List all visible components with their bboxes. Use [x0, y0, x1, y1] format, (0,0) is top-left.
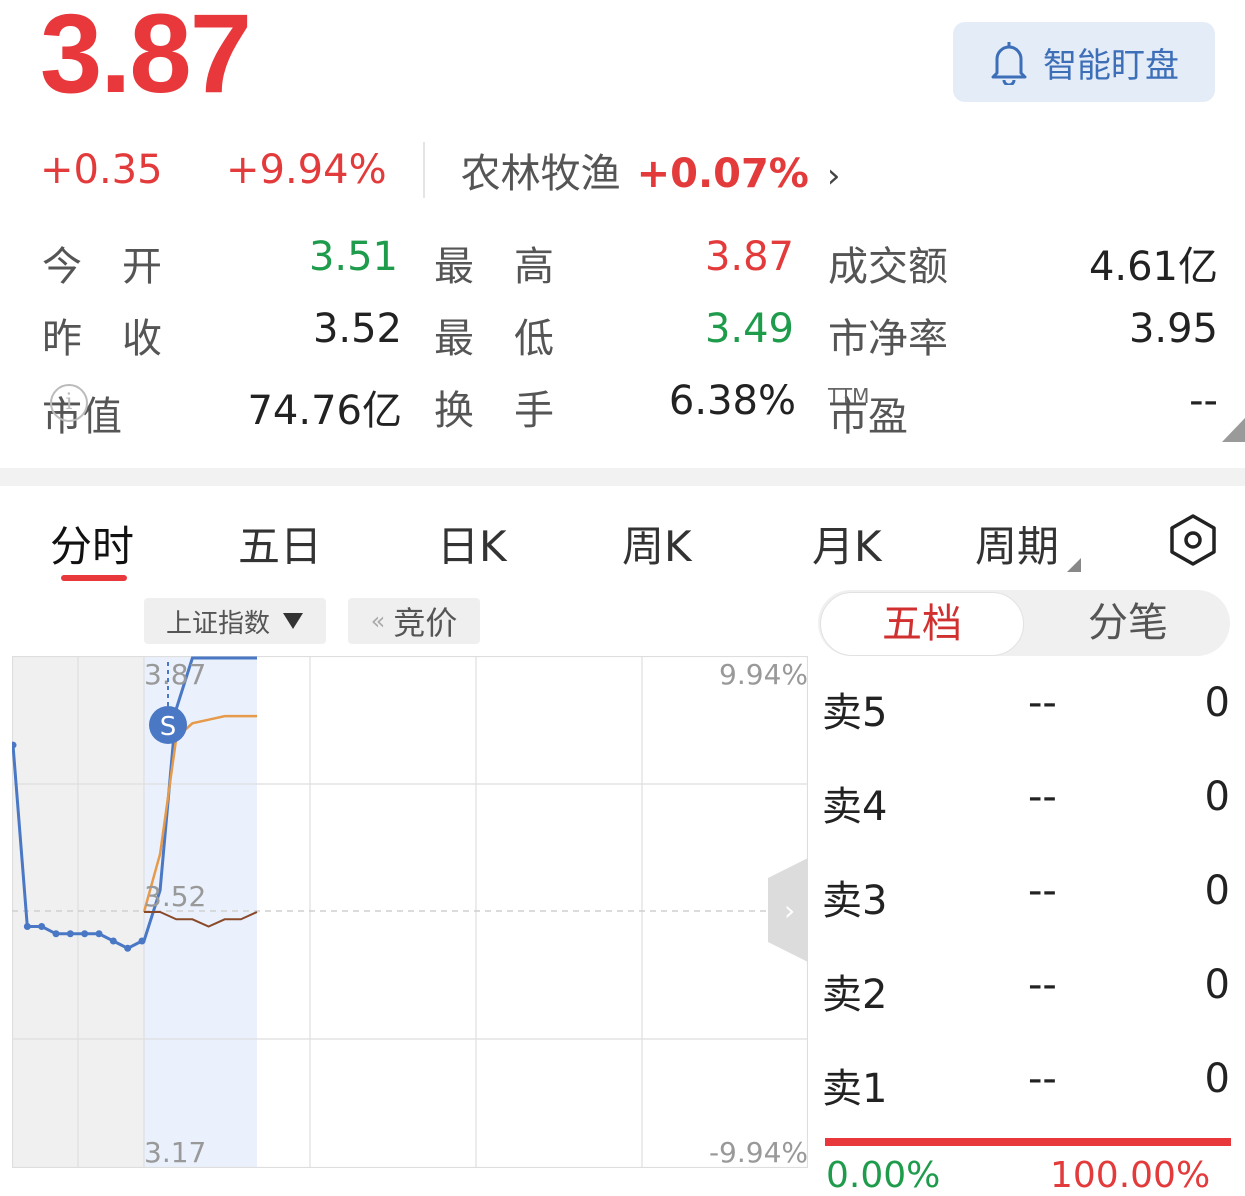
- auction-point: [66, 930, 74, 938]
- level-price: --: [1028, 1056, 1057, 1102]
- divider: [422, 142, 425, 198]
- sell-ratio: 100.00%: [1050, 1155, 1211, 1196]
- intraday-chart-svg: 3.87 3.52 3.17 9.94% -9.94% S ›: [12, 656, 808, 1168]
- order-book-row: 卖5 -- 0: [822, 680, 1230, 740]
- tab-tick-trades[interactable]: 分笔: [1028, 590, 1228, 656]
- tab-five-day[interactable]: 五日: [238, 513, 322, 574]
- level-volume: 0: [1204, 774, 1230, 820]
- chevron-right-icon: ›: [826, 156, 841, 196]
- open-value: 3.51: [308, 234, 398, 280]
- auction-point: [23, 923, 31, 931]
- level-price: --: [1028, 774, 1057, 820]
- level-price: --: [1028, 962, 1057, 1008]
- auction-point: [124, 944, 132, 952]
- prev-close-value: 3.52: [312, 306, 402, 352]
- auction-point: [52, 930, 60, 938]
- bell-icon: [989, 39, 1029, 85]
- y-label-top-price: 3.87: [144, 658, 206, 691]
- level-price: --: [1028, 868, 1057, 914]
- chevron-right-icon: ›: [784, 894, 795, 927]
- auction-point: [81, 930, 89, 938]
- market-cap-value: 74.76亿: [247, 388, 402, 434]
- level-volume: 0: [1204, 1056, 1230, 1102]
- smart-watch-button[interactable]: 智能盯盘: [953, 22, 1215, 102]
- level-price: --: [1028, 680, 1057, 726]
- intraday-chart[interactable]: 3.87 3.52 3.17 9.94% -9.94% S ›: [12, 656, 808, 1168]
- level-label: 卖2: [822, 972, 888, 1018]
- index-selector-label: 上证指数: [165, 608, 270, 639]
- call-auction-button[interactable]: « 竞价: [348, 598, 480, 644]
- order-book-tabs: 五档 分笔: [818, 590, 1230, 656]
- tab-monthly-k[interactable]: 月K: [812, 513, 882, 574]
- level-label: 卖5: [822, 690, 888, 736]
- tab-period[interactable]: 周期: [975, 513, 1083, 574]
- smart-watch-label: 智能盯盘: [1043, 45, 1179, 86]
- turnover-rate-value: 6.38%: [668, 378, 796, 424]
- sector-link[interactable]: 农林牧渔 +0.07% ›: [461, 141, 841, 199]
- double-chevron-left-icon: «: [370, 607, 386, 635]
- index-selector[interactable]: 上证指数: [144, 598, 326, 644]
- turnover-amount-value: 4.61亿: [1088, 244, 1218, 290]
- auction-point: [95, 930, 103, 938]
- call-auction-label: 竞价: [393, 604, 458, 642]
- high-value: 3.87: [704, 234, 794, 280]
- y-label-bottom-pct: -9.94%: [709, 1136, 808, 1168]
- quote-stats: 今 开 3.51 最 高 3.87 成交额 4.61亿 昨 收 3.52 最 低…: [42, 228, 1222, 444]
- caret-down-icon: [283, 613, 303, 629]
- level-volume: 0: [1204, 962, 1230, 1008]
- y-label-top-pct: 9.94%: [719, 658, 808, 691]
- price-change: +0.35: [40, 147, 163, 193]
- tab-intraday[interactable]: 分时: [50, 513, 134, 574]
- auction-point: [38, 923, 46, 931]
- order-book-row: 卖4 -- 0: [822, 774, 1230, 834]
- level-volume: 0: [1204, 680, 1230, 726]
- current-price: 3.87: [40, 0, 252, 116]
- triangle-icon: [1067, 558, 1082, 572]
- level-label: 卖1: [822, 1066, 888, 1112]
- tab-five-levels[interactable]: 五档: [820, 592, 1024, 656]
- pb-value: 3.95: [1128, 306, 1218, 352]
- sector-change: +0.07%: [636, 151, 809, 197]
- tab-period-label: 周期: [975, 522, 1060, 571]
- price-change-pct: +9.94%: [226, 147, 387, 193]
- level-label: 卖4: [822, 784, 888, 830]
- order-book-row: 卖1 -- 0: [822, 1056, 1230, 1116]
- chart-tabs: 分时 五日 日K 周K 月K 周期: [0, 505, 1245, 585]
- settings-hexagon-icon[interactable]: [1168, 513, 1218, 571]
- buy-ratio: 0.00%: [826, 1155, 941, 1196]
- tab-weekly-k[interactable]: 周K: [622, 513, 692, 574]
- expand-corner-icon[interactable]: [1222, 418, 1245, 442]
- low-value: 3.49: [704, 306, 794, 352]
- active-tab-indicator: [61, 575, 127, 581]
- auction-point: [109, 937, 117, 945]
- order-book-row: 卖2 -- 0: [822, 962, 1230, 1022]
- level-label: 卖3: [822, 878, 888, 924]
- y-label-bottom-price: 3.17: [144, 1136, 206, 1168]
- signal-marker-label: S: [160, 712, 177, 742]
- y-label-mid-price: 3.52: [144, 880, 206, 913]
- sector-name: 农林牧渔: [460, 151, 621, 197]
- section-divider: [0, 468, 1245, 486]
- tab-daily-k[interactable]: 日K: [437, 513, 507, 574]
- level-volume: 0: [1204, 868, 1230, 914]
- buy-sell-ratio-bar: [825, 1138, 1231, 1146]
- pe-value: --: [1189, 378, 1218, 424]
- order-book-row: 卖3 -- 0: [822, 868, 1230, 928]
